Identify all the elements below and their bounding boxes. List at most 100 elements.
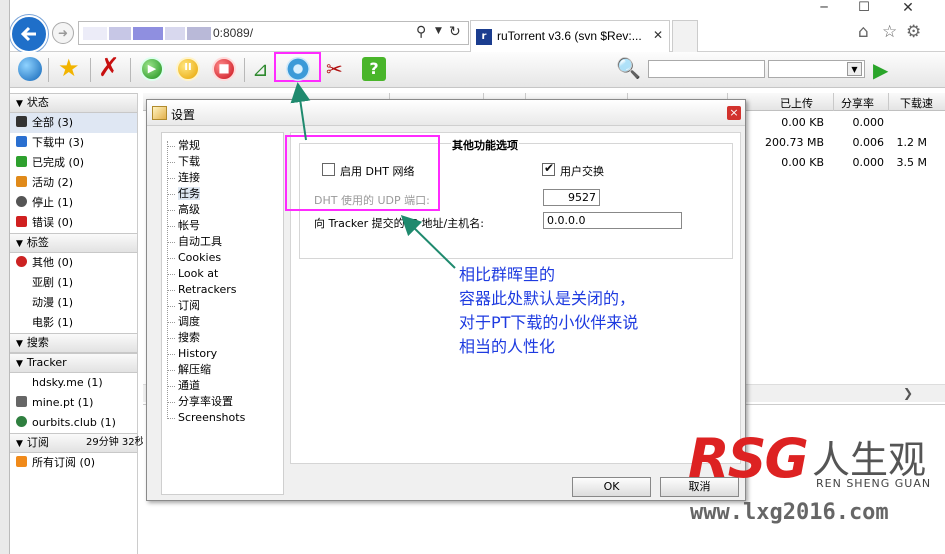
watermark-pinyin: REN SHENG GUAN bbox=[816, 477, 932, 490]
sidebar-section-tracker[interactable]: ▼ Tracker bbox=[10, 353, 137, 373]
sidebar-item-error[interactable]: 错误 (0) bbox=[10, 213, 137, 233]
settings-nav-item[interactable]: 分享率设置 bbox=[162, 394, 283, 410]
refresh-icon[interactable]: ↻ bbox=[449, 24, 461, 40]
settings-nav-item[interactable]: 高级 bbox=[162, 202, 283, 218]
dht-port-input[interactable]: 9527 bbox=[543, 189, 600, 206]
gear-icon[interactable]: ⚙ bbox=[906, 22, 921, 42]
column-ratio[interactable]: 分享率 bbox=[841, 95, 874, 111]
dht-highlight-box bbox=[285, 135, 440, 211]
settings-nav-item[interactable]: Look at bbox=[162, 266, 283, 282]
toolbar-divider bbox=[48, 58, 49, 82]
settings-dialog-icon bbox=[152, 106, 167, 120]
column-uploaded[interactable]: 已上传 bbox=[780, 95, 813, 111]
section-title: 其他功能选项 bbox=[451, 137, 519, 153]
globe-icon[interactable] bbox=[18, 57, 42, 81]
tracker-ourbits-icon bbox=[16, 416, 27, 427]
ok-button[interactable]: OK bbox=[572, 477, 651, 497]
stopped-icon bbox=[16, 196, 27, 207]
collapse-icon: ▼ bbox=[16, 99, 23, 109]
pex-checkbox[interactable] bbox=[542, 161, 555, 176]
all-icon bbox=[16, 116, 27, 127]
sidebar-item-completed[interactable]: 已完成 (0) bbox=[10, 153, 137, 173]
completed-icon bbox=[16, 156, 27, 167]
watermark: RSG 人生观 REN SHENG GUAN www.lxg2016.com bbox=[688, 427, 945, 554]
settings-nav-item[interactable]: Screenshots bbox=[162, 410, 283, 426]
chevron-down-icon: ▼ bbox=[847, 62, 862, 76]
plugins-icon[interactable]: ✂ bbox=[326, 57, 350, 81]
sidebar-section-feeds[interactable]: ▼ 订阅 29分钟 32秒 bbox=[10, 433, 145, 453]
sidebar-item-downloading[interactable]: 下载中 (3) bbox=[10, 133, 137, 153]
tracker-mine-icon bbox=[16, 396, 27, 407]
minimize-icon[interactable]: ─ bbox=[812, 0, 836, 20]
star-icon[interactable]: ★ bbox=[58, 56, 82, 81]
address-text: 0:8089/ bbox=[213, 26, 254, 40]
downloading-icon bbox=[16, 136, 27, 147]
sidebar-item-all[interactable]: 全部 (3) bbox=[10, 113, 137, 133]
maximize-icon[interactable]: ☐ bbox=[852, 0, 876, 20]
sidebar-item-stopped[interactable]: 停止 (1) bbox=[10, 193, 137, 213]
sidebar-item-tracker[interactable]: mine.pt (1) bbox=[10, 393, 137, 413]
home-icon[interactable]: ⌂ bbox=[858, 22, 869, 42]
settings-nav-item[interactable]: 任务 bbox=[162, 186, 283, 202]
pex-label: 用户交换 bbox=[560, 165, 604, 178]
rss-icon[interactable]: ⊿ bbox=[252, 57, 276, 81]
pause-icon[interactable]: II bbox=[176, 57, 200, 81]
ip-input[interactable]: 0.0.0.0 bbox=[543, 212, 682, 229]
watermark-brand: RSG bbox=[688, 427, 809, 490]
sidebar-item-label[interactable]: 亚剧 (1) bbox=[10, 273, 137, 293]
sidebar-item-tracker[interactable]: ourbits.club (1) bbox=[10, 413, 137, 433]
sidebar-item-all-feeds[interactable]: 所有订阅 (0) bbox=[10, 453, 137, 473]
sidebar-item-active[interactable]: 活动 (2) bbox=[10, 173, 137, 193]
settings-nav-item[interactable]: Cookies bbox=[162, 250, 283, 266]
remove-icon[interactable]: ✗ bbox=[98, 55, 122, 81]
sidebar-section-status[interactable]: ▼ 状态 bbox=[10, 93, 137, 113]
scroll-right-icon[interactable]: ❯ bbox=[903, 386, 913, 400]
dialog-close-button[interactable]: × bbox=[727, 106, 741, 120]
settings-nav-item[interactable]: 解压缩 bbox=[162, 362, 283, 378]
search-go-icon[interactable]: ▶ bbox=[873, 58, 888, 82]
search-icon[interactable]: ⚲ bbox=[416, 24, 426, 40]
collapse-icon: ▼ bbox=[16, 359, 23, 369]
browser-chrome: ➜ 0:8089/ ⚲ ▼ ↻ r ruTorrent v3.6 (svn $R… bbox=[0, 0, 945, 53]
forward-button[interactable]: ➜ bbox=[52, 22, 74, 44]
chevron-down-icon[interactable]: ▼ bbox=[435, 26, 442, 36]
favorites-icon[interactable]: ☆ bbox=[882, 22, 897, 42]
sidebar-item-no-label[interactable]: 其他 (0) bbox=[10, 253, 137, 273]
settings-nav-item[interactable]: 常规 bbox=[162, 138, 283, 154]
window-close-icon[interactable]: ✕ bbox=[896, 0, 920, 20]
back-button[interactable] bbox=[10, 15, 48, 53]
tab-rutorrent[interactable]: r ruTorrent v3.6 (svn $Rev:... ✕ bbox=[470, 20, 670, 52]
settings-nav-item[interactable]: 下载 bbox=[162, 154, 283, 170]
sidebar-item-label[interactable]: 动漫 (1) bbox=[10, 293, 137, 313]
settings-nav-item[interactable]: History bbox=[162, 346, 283, 362]
close-icon[interactable]: ✕ bbox=[653, 28, 663, 42]
magnifier-icon[interactable]: 🔍 bbox=[616, 56, 641, 80]
stop-icon[interactable]: ■ bbox=[212, 57, 236, 81]
sidebar-item-label[interactable]: 电影 (1) bbox=[10, 313, 137, 333]
settings-nav-item[interactable]: 帐号 bbox=[162, 218, 283, 234]
settings-nav-item[interactable]: 调度 bbox=[162, 314, 283, 330]
start-icon[interactable]: ▶ bbox=[140, 57, 164, 81]
address-bar[interactable]: 0:8089/ ⚲ ▼ ↻ bbox=[78, 21, 469, 45]
sidebar-section-search[interactable]: ▼ 搜索 bbox=[10, 333, 137, 353]
help-icon[interactable]: ? bbox=[362, 57, 386, 81]
settings-nav-item[interactable]: 连接 bbox=[162, 170, 283, 186]
collapse-icon: ▼ bbox=[16, 339, 23, 349]
settings-nav-item[interactable]: 通道 bbox=[162, 378, 283, 394]
settings-icon[interactable] bbox=[286, 57, 310, 81]
settings-nav-item[interactable]: 自动工具 bbox=[162, 234, 283, 250]
dialog-title-bar[interactable]: 设置 × bbox=[147, 100, 745, 126]
settings-nav-item[interactable]: 订阅 bbox=[162, 298, 283, 314]
toolbar-divider bbox=[130, 58, 131, 82]
sidebar-item-tracker[interactable]: hdsky.me (1) bbox=[10, 373, 137, 393]
sidebar-section-labels[interactable]: ▼ 标签 bbox=[10, 233, 137, 253]
search-input[interactable] bbox=[648, 60, 765, 78]
collapse-icon: ▼ bbox=[16, 439, 23, 449]
column-download-speed[interactable]: 下载速 bbox=[900, 95, 933, 111]
new-tab-button[interactable] bbox=[672, 20, 698, 52]
search-engine-select[interactable]: ▼ bbox=[768, 60, 865, 78]
tab-title: ruTorrent v3.6 (svn $Rev:... bbox=[497, 29, 642, 43]
settings-nav-item[interactable]: 搜索 bbox=[162, 330, 283, 346]
collapse-icon: ▼ bbox=[16, 239, 23, 249]
settings-nav-item[interactable]: Retrackers bbox=[162, 282, 283, 298]
